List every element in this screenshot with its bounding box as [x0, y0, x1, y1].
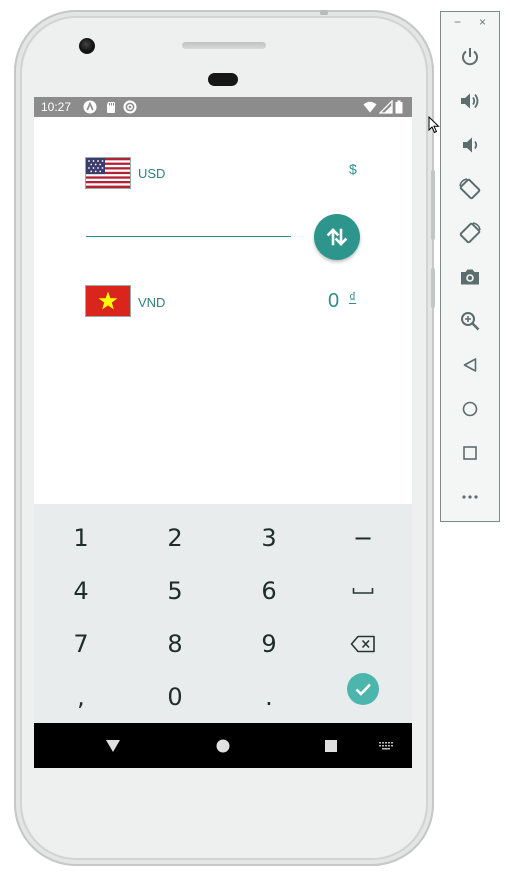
- more-horiz-icon: [462, 495, 478, 499]
- sync-icon: [123, 100, 137, 114]
- more-button[interactable]: [455, 482, 485, 512]
- back-icon: [106, 739, 120, 752]
- key-9[interactable]: 9: [222, 617, 316, 670]
- to-currency-code[interactable]: VND: [138, 295, 165, 310]
- backspace-icon: [350, 635, 375, 652]
- emulator-toolbar: − ×: [440, 11, 500, 522]
- from-currency-code[interactable]: USD: [138, 166, 165, 181]
- numeric-keyboard: 1 2 3 − 4 5 6 7 8 9 , 0 .: [34, 504, 412, 723]
- swap-currencies-button[interactable]: [314, 214, 360, 260]
- home-icon: [216, 739, 230, 752]
- emulator-home-button[interactable]: [455, 394, 485, 424]
- device-screen: 10:27 USD $ VND 0 ₫ 1 2 3 − 4 5 6 7 8 9 …: [34, 97, 412, 768]
- android-icon: [83, 100, 97, 114]
- signal-icon: [379, 100, 393, 114]
- key-space[interactable]: [316, 564, 410, 617]
- keyboard-switch-button[interactable]: [372, 723, 400, 768]
- rotate-right-button[interactable]: [455, 218, 485, 248]
- home-button[interactable]: [208, 723, 238, 768]
- key-8[interactable]: 8: [128, 617, 222, 670]
- mouse-cursor: [428, 116, 440, 134]
- converted-value: 0: [328, 290, 340, 312]
- recents-button[interactable]: [316, 723, 346, 768]
- camera-icon: [461, 269, 479, 285]
- power-button[interactable]: [455, 42, 485, 72]
- currency-converter: USD $ VND 0 ₫: [34, 117, 412, 504]
- key-7[interactable]: 7: [34, 617, 128, 670]
- key-comma[interactable]: ,: [34, 670, 128, 723]
- wifi-icon: [363, 101, 377, 113]
- minimize-button[interactable]: −: [454, 16, 461, 28]
- volume-down-button[interactable]: [455, 130, 485, 160]
- home-circle-icon: [462, 401, 478, 417]
- close-button[interactable]: ×: [479, 16, 486, 28]
- key-1[interactable]: 1: [34, 511, 128, 564]
- volume-up-button[interactable]: [455, 86, 485, 116]
- rotate-left-button[interactable]: [455, 174, 485, 204]
- key-4[interactable]: 4: [34, 564, 128, 617]
- key-minus[interactable]: −: [316, 511, 410, 564]
- key-2[interactable]: 2: [128, 511, 222, 564]
- volume-down-icon: [463, 137, 478, 153]
- key-0[interactable]: 0: [128, 670, 222, 723]
- side-volume-button: [431, 170, 435, 240]
- to-currency-symbol: ₫: [349, 289, 357, 305]
- vn-flag-icon[interactable]: [86, 286, 130, 316]
- key-3[interactable]: 3: [222, 511, 316, 564]
- screenshot-button[interactable]: [455, 262, 485, 292]
- key-period[interactable]: .: [222, 670, 316, 723]
- speaker-grille: [182, 42, 266, 49]
- earpiece: [208, 73, 238, 86]
- rotate-left-icon: [459, 178, 481, 200]
- sd-card-icon: [107, 102, 115, 113]
- volume-up-icon: [461, 93, 479, 109]
- rotate-right-icon: [459, 222, 481, 244]
- amount-input-underline: [86, 236, 291, 237]
- from-currency-symbol: $: [349, 161, 357, 177]
- side-power-button: [431, 268, 435, 308]
- key-6[interactable]: 6: [222, 564, 316, 617]
- zoom-button[interactable]: [455, 306, 485, 336]
- space-icon: [352, 587, 374, 594]
- check-icon: [347, 672, 379, 705]
- top-hardware-button: [320, 10, 328, 15]
- status-bar: 10:27: [34, 97, 412, 117]
- us-flag-icon[interactable]: [86, 158, 130, 188]
- key-5[interactable]: 5: [128, 564, 222, 617]
- key-done[interactable]: [316, 662, 410, 715]
- emulator-overview-button[interactable]: [455, 438, 485, 468]
- back-button[interactable]: [98, 723, 128, 768]
- overview-square-icon: [463, 446, 477, 460]
- navigation-bar: [34, 723, 412, 768]
- battery-icon: [395, 100, 403, 114]
- swap-vertical-icon: [326, 228, 348, 246]
- power-icon: [462, 48, 478, 66]
- amount-input[interactable]: [86, 213, 291, 235]
- emulator-back-button[interactable]: [455, 350, 485, 380]
- status-time: 10:27: [41, 100, 72, 114]
- keyboard-switch-icon: [379, 741, 393, 749]
- back-triangle-icon: [463, 358, 477, 372]
- front-camera: [79, 38, 95, 54]
- zoom-icon: [461, 312, 480, 331]
- recents-icon: [325, 739, 337, 752]
